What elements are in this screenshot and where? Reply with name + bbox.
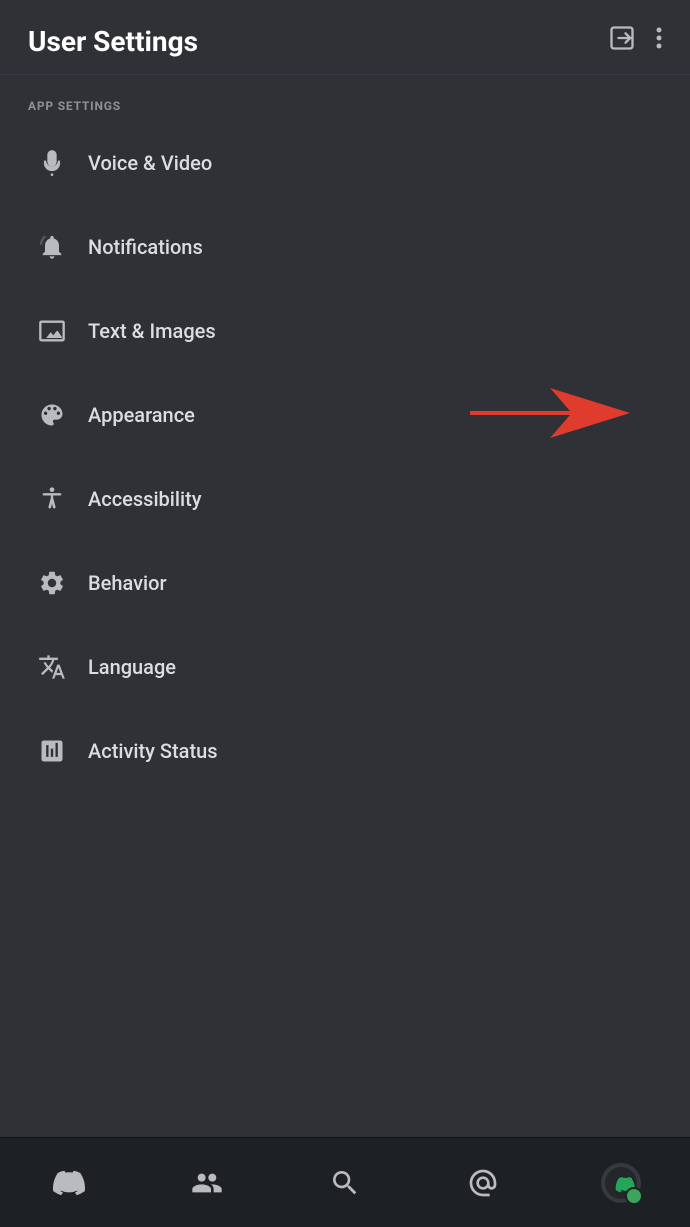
settings-list: APP SETTINGS Voice & Video Notifications…: [0, 75, 690, 1137]
bottom-nav-search[interactable]: [315, 1153, 375, 1213]
bell-icon: [28, 223, 76, 271]
microphone-icon: [28, 139, 76, 187]
sidebar-item-behavior[interactable]: Behavior: [0, 541, 690, 625]
section-label: APP SETTINGS: [0, 75, 690, 121]
bottom-nav-mentions[interactable]: [453, 1153, 513, 1213]
text-images-label: Text & Images: [88, 319, 216, 343]
login-icon[interactable]: [608, 24, 636, 58]
notifications-label: Notifications: [88, 235, 203, 259]
bottom-nav-profile[interactable]: [591, 1153, 651, 1213]
language-icon: [28, 643, 76, 691]
behavior-label: Behavior: [88, 571, 167, 595]
sidebar-item-appearance[interactable]: Appearance: [0, 373, 690, 457]
image-icon: [28, 307, 76, 355]
bottom-nav-friends[interactable]: [177, 1153, 237, 1213]
sidebar-item-text-images[interactable]: Text & Images: [0, 289, 690, 373]
accessibility-label: Accessibility: [88, 487, 202, 511]
language-label: Language: [88, 655, 176, 679]
voice-video-label: Voice & Video: [88, 151, 212, 175]
arrow-annotation: [470, 383, 630, 447]
gear-icon: [28, 559, 76, 607]
avatar: [601, 1163, 641, 1203]
sidebar-item-activity-status[interactable]: Activity Status: [0, 709, 690, 793]
sidebar-item-notifications[interactable]: Notifications: [0, 205, 690, 289]
sidebar-item-voice-video[interactable]: Voice & Video: [0, 121, 690, 205]
bottom-navigation: [0, 1137, 690, 1227]
header: User Settings: [0, 0, 690, 75]
more-options-icon[interactable]: [656, 26, 662, 56]
sidebar-item-language[interactable]: Language: [0, 625, 690, 709]
page-title: User Settings: [28, 25, 198, 58]
sidebar-item-accessibility[interactable]: Accessibility: [0, 457, 690, 541]
activity-icon: [28, 727, 76, 775]
header-icons: [608, 24, 662, 58]
activity-status-label: Activity Status: [88, 739, 218, 763]
accessibility-icon: [28, 475, 76, 523]
bottom-nav-home[interactable]: [39, 1153, 99, 1213]
appearance-label: Appearance: [88, 403, 195, 427]
palette-icon: [28, 391, 76, 439]
